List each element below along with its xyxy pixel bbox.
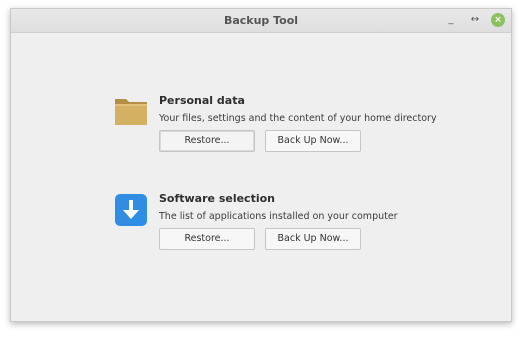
software-selection-title: Software selection	[159, 192, 275, 205]
folder-icon	[114, 96, 148, 130]
software-selection-restore-button[interactable]: Restore...	[159, 228, 255, 250]
software-selection-description: The list of applications installed on yo…	[159, 211, 398, 222]
close-button[interactable]: ×	[491, 13, 505, 27]
personal-data-restore-button[interactable]: Restore...	[159, 130, 255, 152]
download-arrow-icon	[115, 194, 147, 230]
window-title: Backup Tool	[223, 14, 299, 27]
maximize-button[interactable]: ↔	[468, 13, 482, 27]
personal-data-title: Personal data	[159, 94, 245, 107]
minimize-button[interactable]: _	[444, 13, 458, 27]
personal-data-backup-button[interactable]: Back Up Now...	[265, 130, 361, 152]
personal-data-description: Your files, settings and the content of …	[159, 113, 437, 124]
backup-tool-window: Backup Tool _ ↔ × Personal data Your fil…	[10, 8, 512, 322]
software-selection-backup-button[interactable]: Back Up Now...	[265, 228, 361, 250]
title-bar[interactable]: Backup Tool _ ↔ ×	[11, 9, 511, 33]
